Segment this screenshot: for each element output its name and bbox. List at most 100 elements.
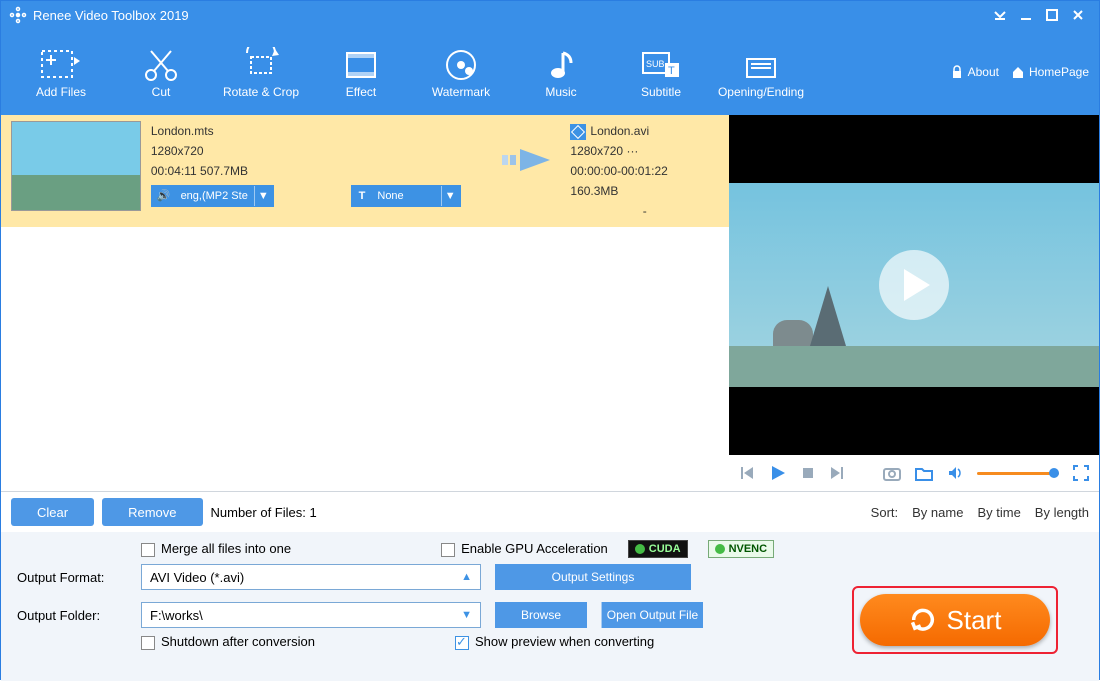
sort-by-time[interactable]: By time [977, 505, 1020, 520]
output-format-label: Output Format: [17, 570, 127, 585]
gpu-checkbox[interactable]: Enable GPU Acceleration [441, 541, 608, 557]
volume-icon[interactable] [947, 465, 963, 481]
close-icon[interactable] [1065, 2, 1091, 28]
start-button[interactable]: Start [860, 594, 1050, 646]
preview-panel [729, 115, 1099, 491]
chevron-down-icon: ▼ [461, 609, 472, 621]
merge-label: Merge all files into one [161, 541, 291, 556]
audio-track-label: eng,(MP2 Ste [175, 186, 254, 206]
dropdown-icon[interactable]: ▼ [441, 186, 459, 206]
file-thumbnail [11, 121, 141, 211]
fullscreen-button[interactable] [1073, 465, 1089, 481]
homepage-label: HomePage [1029, 65, 1089, 79]
tool-label: Opening/Ending [718, 85, 804, 99]
effect-button[interactable]: Effect [311, 32, 411, 112]
shutdown-checkbox[interactable]: Shutdown after conversion [141, 634, 441, 650]
merge-checkbox[interactable]: Merge all files into one [141, 541, 291, 557]
open-output-file-button[interactable]: Open Output File [601, 602, 703, 628]
menu-dropdown-icon[interactable] [987, 2, 1013, 28]
output-resolution: 1280x720 ··· [570, 141, 719, 161]
homepage-link[interactable]: HomePage [1011, 65, 1089, 79]
volume-slider[interactable] [977, 472, 1059, 475]
app-logo-icon [9, 6, 27, 24]
output-duration-size: 00:00:00-00:01:22 160.3MB [570, 161, 719, 201]
source-resolution: 1280x720 [151, 141, 351, 161]
app-title: Renee Video Toolbox 2019 [33, 8, 189, 23]
tool-label: Add Files [36, 85, 86, 99]
open-folder-button[interactable] [915, 465, 933, 481]
lock-icon [950, 65, 964, 79]
output-folder-value: F:\works\ [150, 608, 203, 623]
tool-label: Effect [346, 85, 376, 99]
speaker-icon: 🔊 [153, 186, 175, 206]
audio-track-selector[interactable]: 🔊 eng,(MP2 Ste ▼ [151, 185, 274, 207]
svg-text:T: T [668, 65, 675, 77]
stop-button[interactable] [801, 466, 815, 480]
play-overlay-button[interactable] [879, 250, 949, 320]
preview-checkbox[interactable]: Show preview when converting [455, 634, 654, 650]
refresh-icon [909, 606, 937, 634]
output-settings-button[interactable]: Output Settings [495, 564, 691, 590]
chevron-up-icon: ▲ [461, 571, 472, 583]
gpu-label: Enable GPU Acceleration [461, 541, 608, 556]
subtitle-icon: SUBT [636, 45, 686, 85]
title-bar: Renee Video Toolbox 2019 [1, 1, 1099, 29]
rotate-crop-button[interactable]: Rotate & Crop [211, 32, 311, 112]
shutdown-label: Shutdown after conversion [161, 634, 315, 649]
subtitle-track-selector[interactable]: T None ▼ [351, 185, 461, 207]
dropdown-icon[interactable]: ▼ [254, 186, 272, 206]
start-highlight: Start [852, 586, 1058, 654]
sort-label: Sort: [871, 505, 898, 520]
tool-label: Cut [152, 85, 171, 99]
play-button[interactable] [769, 464, 787, 482]
remove-button[interactable]: Remove [102, 498, 202, 526]
browse-button[interactable]: Browse [495, 602, 587, 628]
crop-icon [236, 45, 286, 85]
opening-ending-button[interactable]: Opening/Ending [711, 32, 811, 112]
add-files-icon [36, 45, 86, 85]
output-dash: - [570, 201, 719, 221]
add-files-button[interactable]: Add Files [11, 32, 111, 112]
video-preview[interactable] [729, 115, 1099, 455]
file-count-label: Number of Files: 1 [211, 505, 317, 520]
next-button[interactable] [829, 465, 845, 481]
tool-label: Rotate & Crop [223, 85, 299, 99]
sort-by-name[interactable]: By name [912, 505, 963, 520]
arrow-icon [490, 121, 570, 221]
edit-icon[interactable] [570, 124, 586, 140]
clear-button[interactable]: Clear [11, 498, 94, 526]
music-icon [536, 45, 586, 85]
tool-label: Watermark [432, 85, 490, 99]
main-toolbar: Add Files Cut Rotate & Crop Effect Water… [1, 29, 1099, 115]
output-folder-select[interactable]: F:\works\ ▼ [141, 602, 481, 628]
output-folder-label: Output Folder: [17, 608, 127, 623]
cuda-text: CUDA [649, 543, 681, 555]
prev-button[interactable] [739, 465, 755, 481]
nvenc-text: NVENC [729, 543, 768, 555]
svg-text:SUB: SUB [646, 59, 665, 69]
film-icon [336, 45, 386, 85]
sort-by-length[interactable]: By length [1035, 505, 1089, 520]
output-format-value: AVI Video (*.avi) [150, 570, 244, 585]
file-list: London.mts 1280x720 00:04:11 507.7MB 🔊 e… [1, 115, 729, 491]
about-link[interactable]: About [950, 65, 999, 79]
subtitle-track-label: None [371, 186, 440, 206]
text-icon: T [353, 186, 372, 206]
minimize-icon[interactable] [1013, 2, 1039, 28]
cut-button[interactable]: Cut [111, 32, 211, 112]
start-label: Start [947, 605, 1002, 636]
cuda-badge: CUDA [628, 540, 688, 558]
file-row[interactable]: London.mts 1280x720 00:04:11 507.7MB 🔊 e… [1, 115, 729, 227]
bottom-panel: Clear Remove Number of Files: 1 Sort: By… [1, 491, 1099, 681]
output-format-select[interactable]: AVI Video (*.avi) ▲ [141, 564, 481, 590]
snapshot-button[interactable] [883, 465, 901, 481]
watermark-button[interactable]: Watermark [411, 32, 511, 112]
preview-label: Show preview when converting [475, 634, 654, 649]
nvenc-badge: NVENC [708, 540, 775, 558]
about-label: About [968, 65, 999, 79]
tool-label: Music [545, 85, 576, 99]
music-button[interactable]: Music [511, 32, 611, 112]
subtitle-button[interactable]: SUBT Subtitle [611, 32, 711, 112]
watermark-icon [436, 45, 486, 85]
maximize-icon[interactable] [1039, 2, 1065, 28]
